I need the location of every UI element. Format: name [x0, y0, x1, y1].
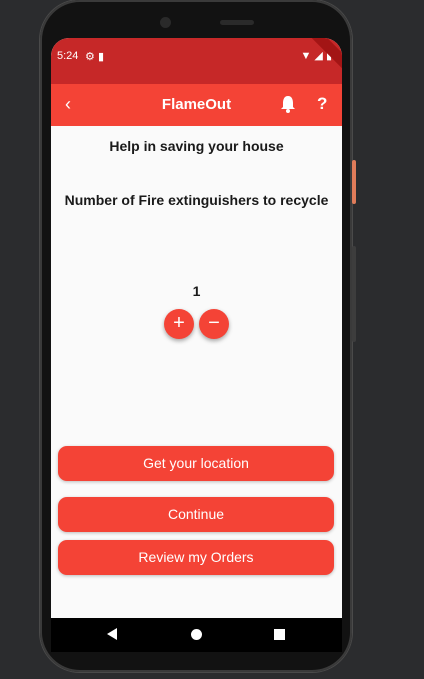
nav-home-button[interactable]	[191, 629, 202, 640]
decrement-button[interactable]: −	[199, 309, 229, 339]
status-left-icons: ⚙ ▮	[85, 50, 104, 63]
gear-icon: ⚙	[85, 51, 95, 63]
app-bar: ‹ FlameOut ?	[51, 84, 342, 126]
app-title: FlameOut	[161, 96, 232, 113]
sd-card-icon: ▮	[97, 51, 104, 63]
nav-back-button[interactable]	[107, 628, 117, 640]
signal-icon: ◢	[314, 50, 323, 62]
volume-button[interactable]	[352, 246, 356, 342]
page-heading: Help in saving your house	[109, 138, 284, 154]
earpiece-speaker	[220, 20, 254, 25]
power-button[interactable]	[352, 160, 356, 204]
nav-recents-button[interactable]	[274, 629, 285, 640]
notifications-button[interactable]	[279, 94, 297, 114]
front-camera	[160, 17, 171, 28]
increment-button[interactable]: +	[164, 309, 194, 339]
wifi-icon: ▼	[300, 50, 312, 62]
status-time: 5:24	[57, 50, 79, 62]
get-location-button[interactable]: Get your location	[58, 446, 334, 481]
status-bar: 5:24 ⚙ ▮ ▼ ◢ ▮	[51, 38, 342, 84]
continue-button[interactable]: Continue	[58, 497, 334, 532]
recycle-count-label: Number of Fire extinguishers to recycle	[64, 192, 329, 208]
system-nav-bar	[51, 618, 342, 652]
minus-icon: −	[208, 312, 220, 334]
app-screen: 5:24 ⚙ ▮ ▼ ◢ ▮ ‹ FlameOut ? Help in savi…	[51, 38, 342, 618]
extinguisher-count: 1	[192, 283, 201, 299]
help-button[interactable]: ?	[317, 94, 327, 114]
bell-icon	[281, 96, 295, 113]
plus-icon: +	[173, 312, 185, 334]
review-orders-button[interactable]: Review my Orders	[58, 540, 334, 575]
